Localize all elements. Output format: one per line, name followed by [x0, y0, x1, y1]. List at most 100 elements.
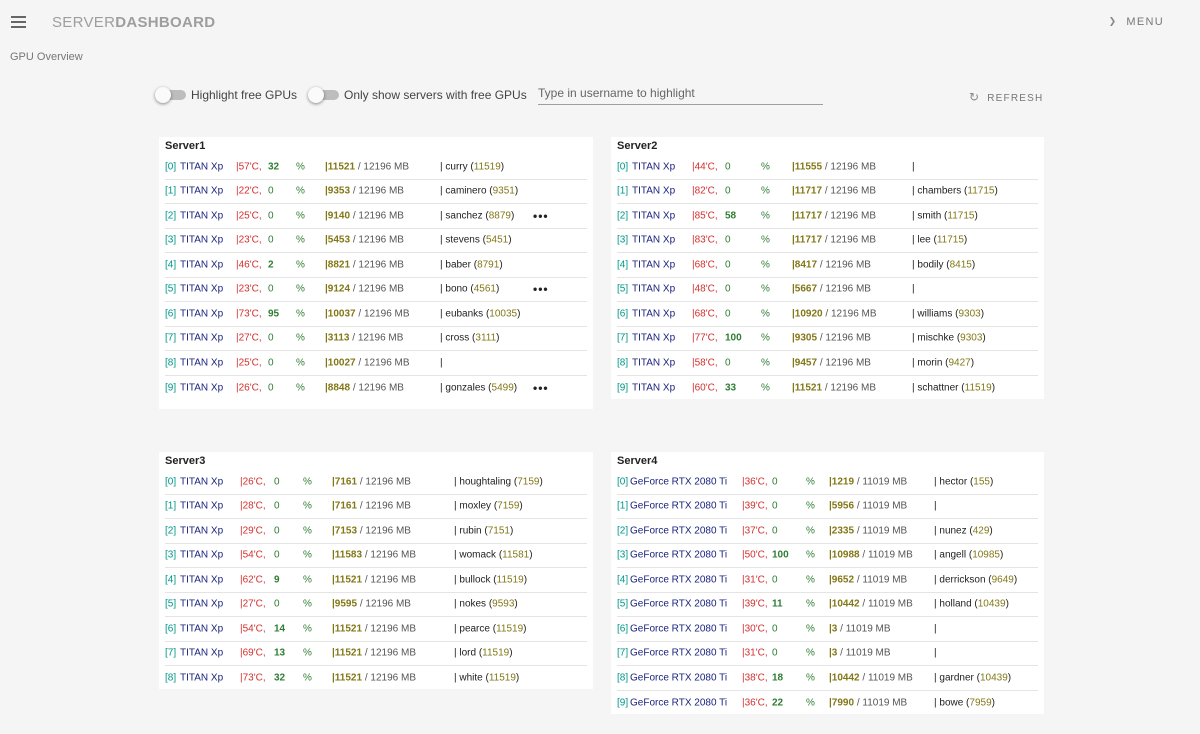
gpu-memory: |10988 / 11019 MB	[829, 550, 913, 561]
gpu-memory-used: |10988	[829, 549, 860, 561]
gpu-row: [5] TITAN Xp |48'C, 0% |5667 / 12196 MB |	[617, 278, 1038, 302]
gpu-utilization: 18	[772, 672, 784, 684]
gpu-users: | gardner (10439)	[934, 672, 1011, 683]
gpu-row: [3] TITAN Xp |23'C, 0% |5453 / 12196 MB | ste…	[165, 229, 587, 253]
gpu-memory-used: |10442	[829, 598, 860, 610]
gpu-user-memory: 7151	[487, 525, 510, 537]
gpu-util-percent: %	[303, 647, 312, 659]
gpu-util-percent: %	[303, 500, 312, 512]
gpu-row: [8] GeForce RTX 2080 Ti |38'C, 18% |10442 / …	[617, 666, 1038, 691]
refresh-button[interactable]: ↻ REFRESH	[969, 90, 1043, 104]
gpu-memory-used: |11717	[792, 234, 823, 246]
more-horizontal-icon[interactable]: •••	[533, 381, 549, 395]
gpu-users: | bowe (7959)	[934, 697, 995, 708]
gpu-utilization: 0	[274, 598, 280, 610]
gpu-memory-total: / 12196 MB	[822, 308, 877, 320]
gpu-memory: |10920 / 12196 MB	[792, 308, 877, 319]
gpu-user-name: | pearce (	[454, 623, 497, 635]
gpu-user-memory: 5451	[485, 234, 509, 246]
gpu-memory-used: |7161	[332, 500, 358, 512]
gpu-user-name: | eubanks (	[440, 308, 490, 320]
gpu-user-name: | nokes (	[454, 598, 493, 610]
gpu-row: [1] TITAN Xp |22'C, 0% |9353 / 12196 MB | cam…	[165, 180, 587, 204]
gpu-memory-used: |8821	[325, 259, 351, 271]
gpu-users: |	[934, 501, 937, 512]
gpu-utilization: 0	[725, 259, 731, 271]
gpu-user-name: | bowe (	[934, 697, 970, 709]
gpu-user-name: | stevens (	[440, 234, 486, 246]
more-horizontal-icon[interactable]: •••	[533, 209, 549, 223]
gpu-utilization: 100	[725, 332, 742, 344]
gpu-users: | mischke (9303)	[912, 333, 986, 344]
gpu-memory: |7153 / 12196 MB	[332, 525, 411, 536]
gpu-row: [7] GeForce RTX 2080 Ti |31'C, 0% |3 / 11019…	[617, 642, 1038, 666]
gpu-memory-total: / 12196 MB	[350, 210, 404, 222]
gpu-user-close: )	[970, 357, 975, 369]
gpu-user-close: )	[517, 308, 521, 320]
app-bar: SERVERDASHBOARD ❯ MENU	[0, 0, 1200, 46]
gpu-user-memory: 4561	[473, 283, 496, 295]
gpu-index: [5]	[617, 598, 629, 610]
gpu-user-close: )	[991, 382, 996, 394]
gpu-temperature: |37'C,	[742, 525, 768, 537]
gpu-memory: |9124 / 12196 MB	[325, 284, 404, 295]
gpu-temperature: |38'C,	[742, 672, 768, 684]
gpu-memory-total: / 11019 MB	[854, 574, 908, 586]
more-horizontal-icon[interactable]: •••	[533, 282, 549, 296]
gpu-memory-used: |5956	[829, 500, 855, 512]
gpu-utilization: 0	[725, 161, 731, 173]
gpu-user-close: )	[989, 476, 994, 488]
gpu-user-name: | gonzales (	[440, 382, 492, 394]
gpu-memory: |9305 / 12196 MB	[792, 333, 871, 344]
gpu-util-percent: %	[761, 308, 770, 320]
gpu-index: [8]	[165, 357, 177, 369]
gpu-users: | holland (10439)	[934, 599, 1009, 610]
gpu-index: [1]	[617, 185, 629, 197]
gpu-user-close: )	[496, 332, 500, 344]
gpu-users: | lee (11715)	[912, 235, 967, 246]
gpu-memory-used: |8848	[325, 382, 351, 394]
gpu-user-name: | holland (	[934, 598, 978, 610]
gpu-memory-total: / 12196 MB	[357, 476, 411, 488]
gpu-memory: |7161 / 12196 MB	[332, 476, 411, 487]
gpu-memory-total: / 12196 MB	[350, 283, 404, 295]
gpu-name: GeForce RTX 2080 Ti	[630, 647, 728, 659]
only-free-servers-toggle[interactable]	[308, 87, 339, 103]
gpu-user-close: )	[515, 672, 520, 684]
gpu-index: [2]	[617, 210, 629, 222]
gpu-temperature: |36'C,	[742, 697, 768, 709]
gpu-users: | chambers (11715)	[912, 186, 998, 197]
gpu-temperature: |62'C,	[240, 574, 266, 586]
menu-button[interactable]: ❯ MENU	[1109, 16, 1164, 28]
gpu-utilization: 32	[274, 672, 286, 684]
gpu-temperature: |50'C,	[742, 549, 768, 561]
gpu-util-percent: %	[806, 672, 815, 684]
gpu-users: | womack (11581)	[454, 550, 533, 561]
gpu-temperature: |58'C,	[692, 357, 718, 369]
gpu-temperature: |85'C,	[692, 210, 718, 222]
highlight-free-toggle[interactable]	[155, 87, 186, 103]
gpu-index: [7]	[617, 647, 629, 659]
username-highlight-input[interactable]	[538, 82, 823, 105]
gpu-row: [7] TITAN Xp |27'C, 0% |3113 / 12196 MB | cro…	[165, 327, 587, 351]
gpu-utilization: 95	[268, 308, 280, 320]
app-title: SERVERDASHBOARD	[52, 14, 215, 31]
gpu-row: [2] TITAN Xp |25'C, 0% |9140 / 12196 MB | san…	[165, 204, 587, 229]
page-subtitle: GPU Overview	[10, 51, 83, 63]
gpu-memory: |11521 / 12196 MB	[325, 161, 409, 172]
gpu-utilization: 0	[725, 185, 731, 197]
gpu-index: [6]	[617, 623, 629, 635]
gpu-user-name: | lee (	[912, 234, 937, 246]
gpu-utilization: 0	[725, 234, 731, 246]
gpu-name: TITAN Xp	[180, 308, 224, 320]
hamburger-icon[interactable]	[11, 16, 26, 28]
gpu-memory-used: |11521	[332, 623, 363, 635]
gpu-memory-total: / 12196 MB	[350, 234, 404, 246]
gpu-memory-total: / 11019 MB	[854, 500, 908, 512]
gpu-util-percent: %	[806, 647, 815, 659]
gpu-name: TITAN Xp	[180, 234, 224, 246]
gpu-index: [3]	[165, 234, 177, 246]
gpu-memory-used: |11521	[792, 382, 823, 394]
gpu-temperature: |46'C,	[236, 259, 262, 271]
gpu-memory-used: |9652	[829, 574, 855, 586]
